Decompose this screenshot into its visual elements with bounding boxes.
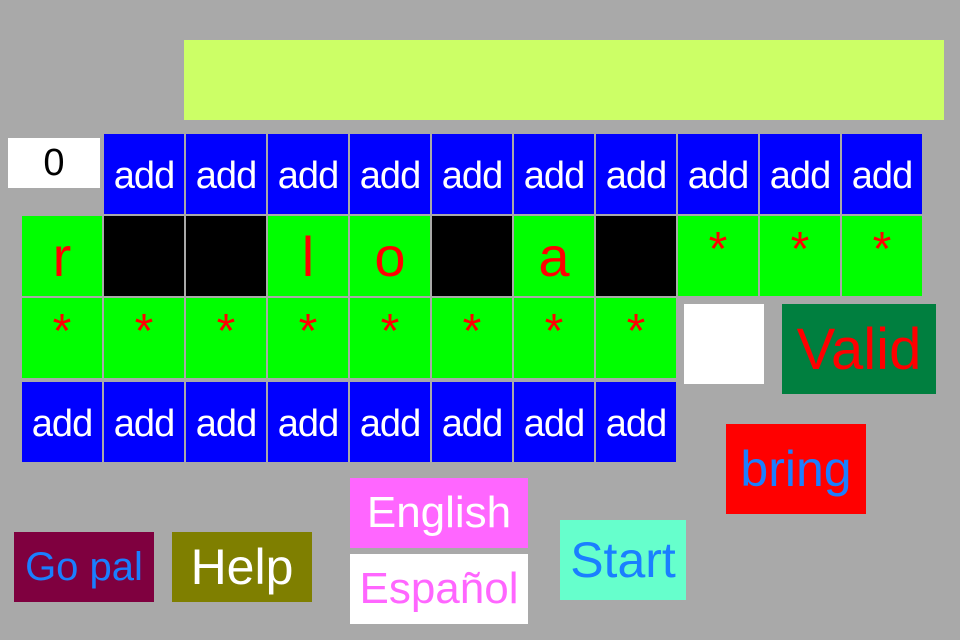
start-button[interactable]: Start: [560, 520, 686, 600]
top-add-row: add add add add add add add add add add: [104, 134, 922, 214]
star-tile[interactable]: *: [350, 298, 430, 378]
bring-button[interactable]: bring: [726, 424, 866, 514]
add-button[interactable]: add: [432, 382, 512, 462]
star-tile[interactable]: *: [596, 298, 676, 378]
espanol-language-button[interactable]: Español: [350, 554, 528, 624]
hidden-letter-tile[interactable]: [186, 216, 266, 296]
english-language-button[interactable]: English: [350, 478, 528, 548]
bottom-add-row: add add add add add add add add: [22, 382, 676, 462]
hidden-letter-tile[interactable]: [596, 216, 676, 296]
hidden-letter-tile[interactable]: [432, 216, 512, 296]
letter-tile[interactable]: l: [268, 216, 348, 296]
valid-button[interactable]: Valid: [782, 304, 936, 394]
go-pal-button[interactable]: Go pal: [14, 532, 154, 602]
add-button[interactable]: add: [22, 382, 102, 462]
letter-tile[interactable]: r: [22, 216, 102, 296]
add-button[interactable]: add: [350, 382, 430, 462]
add-button[interactable]: add: [104, 382, 184, 462]
star-tile[interactable]: *: [268, 298, 348, 378]
add-button[interactable]: add: [104, 134, 184, 214]
add-button[interactable]: add: [514, 134, 594, 214]
add-button[interactable]: add: [678, 134, 758, 214]
word-display-bar: [184, 40, 944, 120]
blank-input-box[interactable]: [684, 304, 764, 384]
star-tile[interactable]: *: [432, 298, 512, 378]
star-tile[interactable]: *: [104, 298, 184, 378]
letter-tile[interactable]: *: [678, 216, 758, 296]
score-display: 0: [8, 138, 100, 188]
letter-tile[interactable]: *: [760, 216, 840, 296]
add-button[interactable]: add: [514, 382, 594, 462]
add-button[interactable]: add: [596, 134, 676, 214]
add-button[interactable]: add: [842, 134, 922, 214]
help-button[interactable]: Help: [172, 532, 312, 602]
add-button[interactable]: add: [186, 134, 266, 214]
star-tile[interactable]: *: [186, 298, 266, 378]
add-button[interactable]: add: [350, 134, 430, 214]
add-button[interactable]: add: [760, 134, 840, 214]
word-letter-row: r l o a * * *: [22, 216, 922, 296]
hidden-letter-tile[interactable]: [104, 216, 184, 296]
add-button[interactable]: add: [268, 134, 348, 214]
star-row: * * * * * * * *: [22, 298, 676, 378]
star-tile[interactable]: *: [22, 298, 102, 378]
letter-tile[interactable]: o: [350, 216, 430, 296]
star-tile[interactable]: *: [514, 298, 594, 378]
add-button[interactable]: add: [268, 382, 348, 462]
letter-tile[interactable]: *: [842, 216, 922, 296]
add-button[interactable]: add: [186, 382, 266, 462]
letter-tile[interactable]: a: [514, 216, 594, 296]
add-button[interactable]: add: [432, 134, 512, 214]
add-button[interactable]: add: [596, 382, 676, 462]
